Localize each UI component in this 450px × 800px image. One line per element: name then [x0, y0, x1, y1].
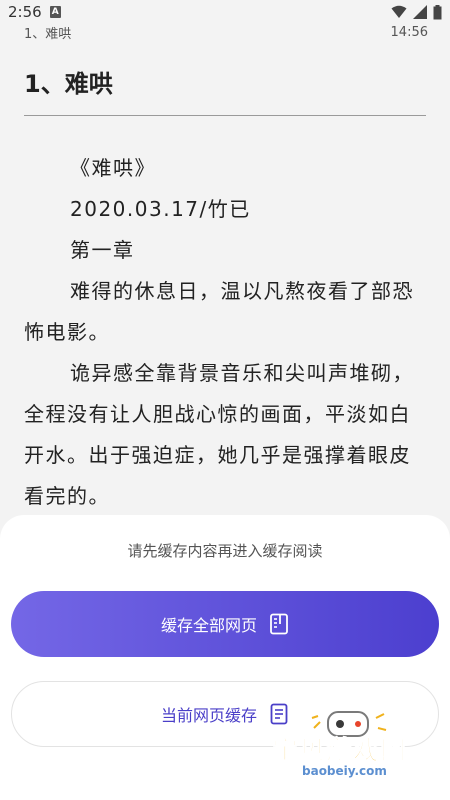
content-paragraph: 第一章	[70, 238, 135, 262]
signal-icon	[413, 5, 427, 19]
content-paragraph: 难得的休息日，温以凡熬夜看了部恐怖电影。	[24, 279, 414, 344]
content-paragraph: 《难哄》	[70, 156, 156, 180]
watermark-url: baobeiy.com	[302, 764, 387, 778]
page-title: 1、难哄	[24, 70, 113, 98]
content-paragraph: 诡异感全靠背景音乐和尖叫声堆砌，全程没有让人胆战心惊的画面，平淡如白开水。出于强…	[24, 361, 414, 508]
reader-header: 1、难哄 14:56	[0, 22, 450, 42]
header-chapter: 1、难哄	[24, 26, 72, 42]
status-bar: 2:56 A	[0, 0, 450, 24]
title-divider	[24, 115, 426, 116]
cache-current-label: 当前网页缓存	[160, 706, 257, 725]
sheet-hint: 请先缓存内容再进入缓存阅读	[127, 542, 323, 560]
battery-icon	[433, 4, 442, 19]
cache-all-button[interactable]: 缓存全部网页	[11, 591, 439, 657]
notebook-icon	[270, 613, 288, 635]
chapter-content: 《难哄》 2020.03.17/竹已 第一章 难得的休息日，温以凡熬夜看了部恐怖…	[24, 148, 428, 517]
status-time: 2:56	[8, 3, 42, 21]
notification-icon: A	[49, 6, 61, 18]
content-paragraph: 2020.03.17/竹已	[70, 197, 251, 221]
watermark-text: 宝贝游戏网	[271, 736, 408, 767]
header-time: 14:56	[390, 24, 428, 40]
wifi-icon	[391, 5, 407, 18]
cache-all-label: 缓存全部网页	[160, 616, 257, 635]
